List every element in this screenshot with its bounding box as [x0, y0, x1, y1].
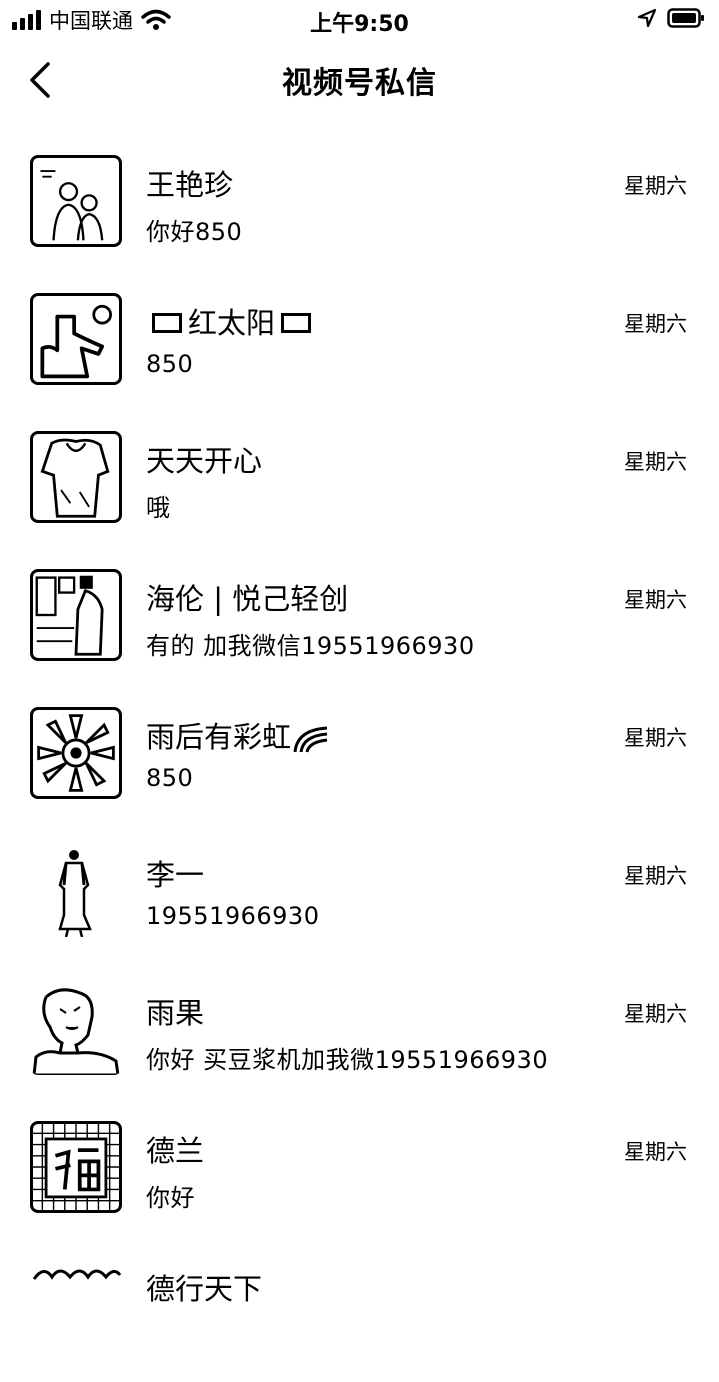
- message-time: 星期六: [624, 864, 687, 888]
- contact-name-text: 红太阳: [188, 306, 276, 340]
- contact-name: 红太阳: [146, 300, 317, 342]
- page-title: 视频号私信: [282, 66, 437, 101]
- conversation-item[interactable]: 雨后有彩虹 850 星期六: [0, 692, 719, 830]
- message-preview: 你好: [146, 1184, 195, 1212]
- message-time: 星期六: [624, 450, 687, 474]
- message-preview: 850: [146, 350, 194, 378]
- message-time: 星期六: [624, 174, 687, 198]
- sketch-portrait-avatar: [30, 983, 122, 1075]
- message-time: 星期六: [624, 1002, 687, 1026]
- contact-name: 德行天下: [146, 1272, 263, 1306]
- contact-name: 天天开心: [146, 444, 263, 478]
- rainbow-icon: [293, 726, 328, 753]
- contact-name: 海伦 | 悦己轻创: [146, 582, 349, 616]
- conversation-list: 王艳珍 你好850 星期六 红太阳 850 星期六 天天开心 哦 星期六 海伦 …: [0, 140, 719, 1382]
- message-time: 星期六: [624, 312, 687, 336]
- conversation-item[interactable]: 王艳珍 你好850 星期六: [0, 140, 719, 278]
- message-preview: 19551966930: [146, 902, 320, 930]
- conversation-item[interactable]: 海伦 | 悦己轻创 有的 加我微信19551966930 星期六: [0, 554, 719, 692]
- message-preview: 哦: [146, 494, 171, 522]
- message-time: 星期六: [624, 726, 687, 750]
- conversation-item[interactable]: 天天开心 哦 星期六: [0, 416, 719, 554]
- message-preview: 有的 加我微信19551966930: [146, 632, 475, 660]
- conversation-item[interactable]: 红太阳 850 星期六: [0, 278, 719, 416]
- couple-photo-avatar: [30, 155, 122, 247]
- contact-name: 李一: [146, 858, 205, 892]
- battery-icon: [667, 8, 704, 28]
- partial-avatar: [30, 1259, 122, 1351]
- status-time: 上午9:50: [310, 12, 409, 37]
- standing-woman-avatar: [30, 845, 122, 937]
- contact-name-text: 雨后有彩虹: [146, 720, 292, 754]
- contact-name: 王艳珍: [146, 168, 234, 202]
- status-right: [637, 8, 705, 28]
- contact-name: 雨果: [146, 996, 205, 1030]
- flag-icon: [152, 313, 182, 333]
- status-bar: 中国联通 上午9:50: [0, 0, 719, 40]
- flag-icon: [281, 313, 312, 333]
- message-preview: 850: [146, 764, 194, 792]
- message-time: 星期六: [624, 588, 687, 612]
- message-time: 星期六: [624, 1140, 687, 1164]
- location-icon: [637, 8, 657, 28]
- silhouette-avatar: [30, 293, 122, 385]
- flower-avatar: [30, 707, 122, 799]
- nav-bar: 视频号私信: [0, 40, 719, 122]
- conversation-item[interactable]: 李一 19551966930 星期六: [0, 830, 719, 968]
- fu-character-avatar: [30, 1121, 122, 1213]
- room-photo-avatar: [30, 569, 122, 661]
- conversation-item[interactable]: 雨果 你好 买豆浆机加我微19551966930 星期六: [0, 968, 719, 1106]
- contact-name: 德兰: [146, 1134, 205, 1168]
- message-preview: 你好850: [146, 218, 243, 246]
- message-preview: 你好 买豆浆机加我微19551966930: [146, 1046, 549, 1074]
- contact-name: 雨后有彩虹: [146, 714, 331, 756]
- conversation-item[interactable]: 德兰 你好 星期六: [0, 1106, 719, 1244]
- conversation-item[interactable]: 德行天下: [0, 1244, 719, 1382]
- person-photo-avatar: [30, 431, 122, 523]
